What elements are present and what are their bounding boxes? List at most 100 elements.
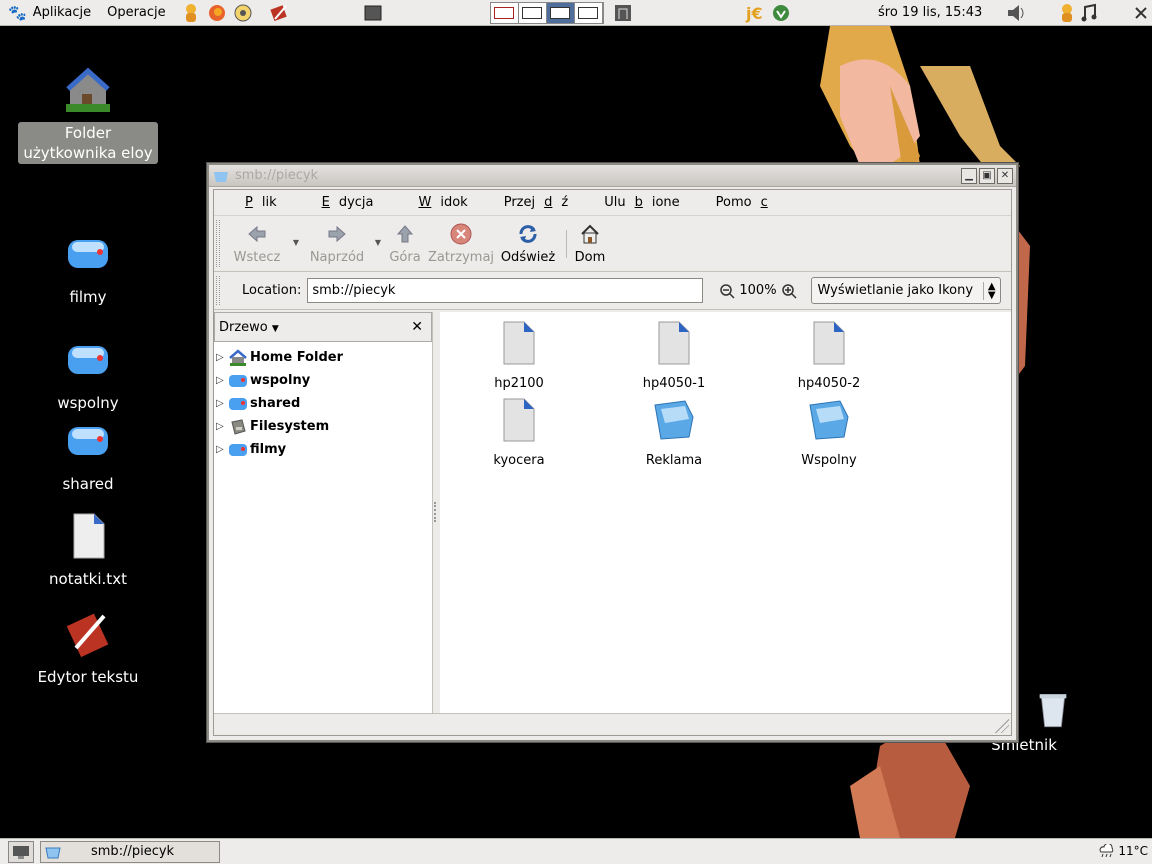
- window-titlebar[interactable]: smb://piecyk ▁ ▣ ✕: [209, 165, 1016, 187]
- minimize-icon: ▁: [965, 170, 973, 181]
- toolbar-grip[interactable]: [216, 220, 220, 267]
- desktop-icon: [13, 845, 29, 859]
- actions-menu[interactable]: Operacje: [99, 0, 174, 26]
- stop-icon: [450, 223, 472, 245]
- desktop-icon-shared[interactable]: shared: [18, 417, 158, 495]
- workspace-2[interactable]: [518, 2, 547, 23]
- pane-splitter[interactable]: [433, 312, 440, 713]
- sidebar-type-select[interactable]: Drzewo ▼: [219, 320, 279, 335]
- sidebar-close-button[interactable]: ✕: [411, 319, 423, 335]
- workspace-1[interactable]: [490, 2, 519, 23]
- printer-share-icon: [658, 321, 690, 365]
- maximize-button[interactable]: ▣: [979, 167, 995, 184]
- terminal-launcher[interactable]: [362, 2, 384, 24]
- clock[interactable]: śro 19 lis, 15:43: [878, 5, 982, 20]
- zoom-out-button[interactable]: [719, 283, 735, 299]
- file-item-label: Wspolny: [801, 453, 857, 468]
- reload-button[interactable]: Odśwież: [496, 216, 560, 272]
- file-manager-window: smb://piecyk ▁ ▣ ✕ Plik Edycja Widok Prz…: [207, 163, 1018, 742]
- menu-bookmarks[interactable]: Ulu b ione: [586, 195, 697, 210]
- minimize-button[interactable]: ▁: [961, 167, 977, 184]
- update-notifier[interactable]: [770, 2, 792, 24]
- workspace-3[interactable]: [546, 2, 575, 23]
- volume-control[interactable]: [1006, 2, 1028, 24]
- file-item-reklama[interactable]: Reklama: [619, 397, 729, 468]
- file-item-kyocera[interactable]: kyocera: [464, 397, 574, 468]
- menu-edit[interactable]: Edycja: [295, 195, 392, 210]
- stop-button[interactable]: Zatrzymaj: [426, 216, 496, 272]
- folder-tree: ▷ Home Folder ▷ wspolny ▷ shared ▷ Files…: [214, 342, 432, 461]
- menu-help[interactable]: Pomo c: [698, 195, 795, 210]
- music-player-tray[interactable]: [1078, 2, 1100, 24]
- file-item-label: hp4050-1: [642, 376, 706, 391]
- messenger-launcher[interactable]: [180, 2, 202, 24]
- zoom-level[interactable]: 100%: [739, 283, 776, 298]
- file-item-label: kyocera: [493, 453, 545, 468]
- expander-icon[interactable]: ▷: [216, 421, 228, 432]
- chevron-down-icon: ▼: [292, 237, 300, 247]
- java-applet[interactable]: j€: [744, 2, 766, 24]
- taskbar-window-button[interactable]: smb://piecyk: [40, 840, 220, 863]
- view-mode-select[interactable]: Wyświetlanie jako Ikony ▲ ▼: [810, 277, 1001, 304]
- resize-grip[interactable]: [995, 719, 1009, 733]
- messenger-tray[interactable]: [1056, 2, 1078, 24]
- up-button[interactable]: Góra: [384, 216, 426, 272]
- desktop-icon-notatki[interactable]: notatki.txt: [18, 512, 158, 590]
- file-item-hp4050-1[interactable]: hp4050-1: [619, 320, 729, 391]
- expander-icon[interactable]: ▷: [216, 352, 228, 363]
- icon-view[interactable]: hp2100 hp4050-1 hp4050-2 kyocera Reklama: [440, 312, 1011, 713]
- sidebar-title: Drzewo: [219, 319, 268, 335]
- tree-item-filmy[interactable]: ▷ filmy: [214, 438, 432, 461]
- browser-launcher[interactable]: [232, 2, 254, 24]
- view-mode-value: Wyświetlanie jako Ikony: [817, 283, 974, 298]
- locationbar-grip[interactable]: [216, 276, 220, 305]
- close-icon: ✕: [411, 319, 423, 335]
- desktop-icon-text-editor[interactable]: Edytor tekstu: [18, 610, 158, 688]
- close-panel-button[interactable]: [1130, 2, 1152, 24]
- tree-item-label: Filesystem: [250, 419, 330, 434]
- menu-file[interactable]: Plik: [218, 195, 295, 210]
- file-item-hp4050-2[interactable]: hp4050-2: [774, 320, 884, 391]
- show-desktop-button[interactable]: [8, 840, 34, 863]
- file-item-hp2100[interactable]: hp2100: [464, 320, 574, 391]
- desktop-icon-label: wspolny: [57, 394, 119, 412]
- close-button[interactable]: ✕: [997, 167, 1013, 184]
- desktop-icon-wspolny[interactable]: wspolny: [18, 336, 158, 414]
- workspace-4[interactable]: [574, 2, 603, 23]
- network-share-icon: [229, 374, 247, 387]
- network-share-icon: [229, 397, 247, 410]
- expander-icon[interactable]: ▷: [216, 444, 228, 455]
- content-area: Drzewo ▼ ✕ ▷ Home Folder ▷ wspolny ▷ sha…: [214, 312, 1011, 713]
- menu-view[interactable]: Widok: [392, 195, 486, 210]
- firefox-icon: [208, 4, 225, 21]
- desktop-icon-filmy[interactable]: filmy: [18, 230, 158, 308]
- tree-item-filesystem[interactable]: ▷ Filesystem: [214, 415, 432, 438]
- firefox-launcher[interactable]: [206, 2, 228, 24]
- expander-icon[interactable]: ▷: [216, 375, 228, 386]
- desktop-icon-label: filmy: [69, 288, 107, 306]
- expander-icon[interactable]: ▷: [216, 398, 228, 409]
- workspace-switcher[interactable]: [489, 1, 604, 24]
- menu-text: idok: [440, 195, 468, 210]
- forward-history-dropdown[interactable]: ▼: [372, 214, 384, 270]
- tree-item-wspolny[interactable]: ▷ wspolny: [214, 369, 432, 392]
- weather-applet[interactable]: 11°C: [1098, 844, 1148, 858]
- file-item-wspolny[interactable]: Wspolny: [774, 397, 884, 468]
- tree-item-home-folder[interactable]: ▷ Home Folder: [214, 346, 432, 369]
- applications-menu[interactable]: 🐾 Aplikacje: [0, 0, 99, 26]
- text-editor-launcher[interactable]: [268, 2, 290, 24]
- menu-go[interactable]: Przej d ź: [486, 195, 586, 210]
- forward-button[interactable]: Naprzód: [302, 216, 372, 272]
- desktop-icon-home[interactable]: Folder użytkownika eloy: [18, 66, 158, 164]
- back-button[interactable]: Wstecz: [224, 216, 290, 272]
- file-item-label: Reklama: [645, 453, 703, 468]
- back-history-dropdown[interactable]: ▼: [290, 214, 302, 270]
- file-item-label: hp2100: [494, 376, 544, 391]
- tree-item-shared[interactable]: ▷ shared: [214, 392, 432, 415]
- zoom-in-button[interactable]: [781, 283, 797, 299]
- window-list-icon-button[interactable]: [612, 2, 634, 24]
- java-icon: j€: [745, 4, 763, 23]
- location-input[interactable]: [307, 278, 704, 303]
- updown-arrows-icon: ▲ ▼: [982, 282, 996, 301]
- home-button[interactable]: Dom: [573, 216, 607, 272]
